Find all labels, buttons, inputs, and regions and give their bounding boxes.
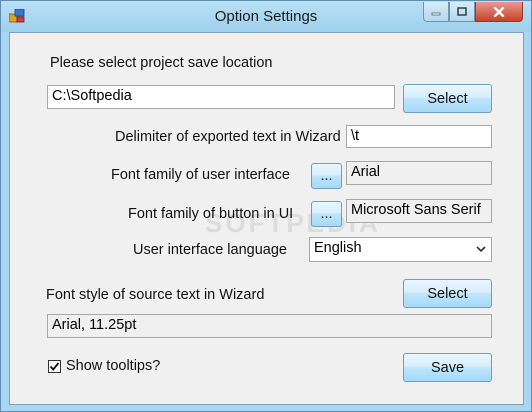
close-button[interactable] [475,2,523,22]
save-location-label: Please select project save location [50,55,273,71]
button-font-label: Font family of button in UI [128,206,294,222]
checkmark-icon [49,362,60,371]
minimize-button[interactable] [423,2,449,22]
select-save-location-button[interactable]: Select [403,84,492,113]
button-font-value: Microsoft Sans Serif [346,199,492,223]
ui-font-label: Font family of user interface [111,167,290,183]
ui-font-value: Arial [346,161,492,185]
delimiter-input[interactable]: \t [346,125,492,148]
save-button[interactable]: Save [403,353,492,382]
option-settings-window: Option Settings SOFTPEDIA Please select … [0,0,532,412]
title-bar[interactable]: Option Settings [1,1,531,32]
ui-font-browse-button[interactable]: ... [311,163,342,189]
minimize-icon [431,12,441,15]
language-selected: English [314,240,362,256]
language-label: User interface language [133,242,287,258]
select-source-font-button[interactable]: Select [403,279,492,308]
show-tooltips-label: Show tooltips? [66,358,161,374]
maximize-icon [457,7,467,16]
maximize-button[interactable] [449,2,475,22]
source-font-value: Arial, 11.25pt [47,314,492,338]
language-select[interactable]: English [309,237,492,262]
button-font-browse-button[interactable]: ... [311,201,342,227]
show-tooltips-checkbox[interactable] [48,360,61,373]
chevron-down-icon [476,246,486,253]
source-font-label: Font style of source text in Wizard [46,287,265,303]
settings-panel: SOFTPEDIA Please select project save loc… [9,32,524,405]
close-icon [493,6,505,17]
save-location-input[interactable]: C:\Softpedia [47,85,395,109]
delimiter-label: Delimiter of exported text in Wizard [115,129,341,145]
